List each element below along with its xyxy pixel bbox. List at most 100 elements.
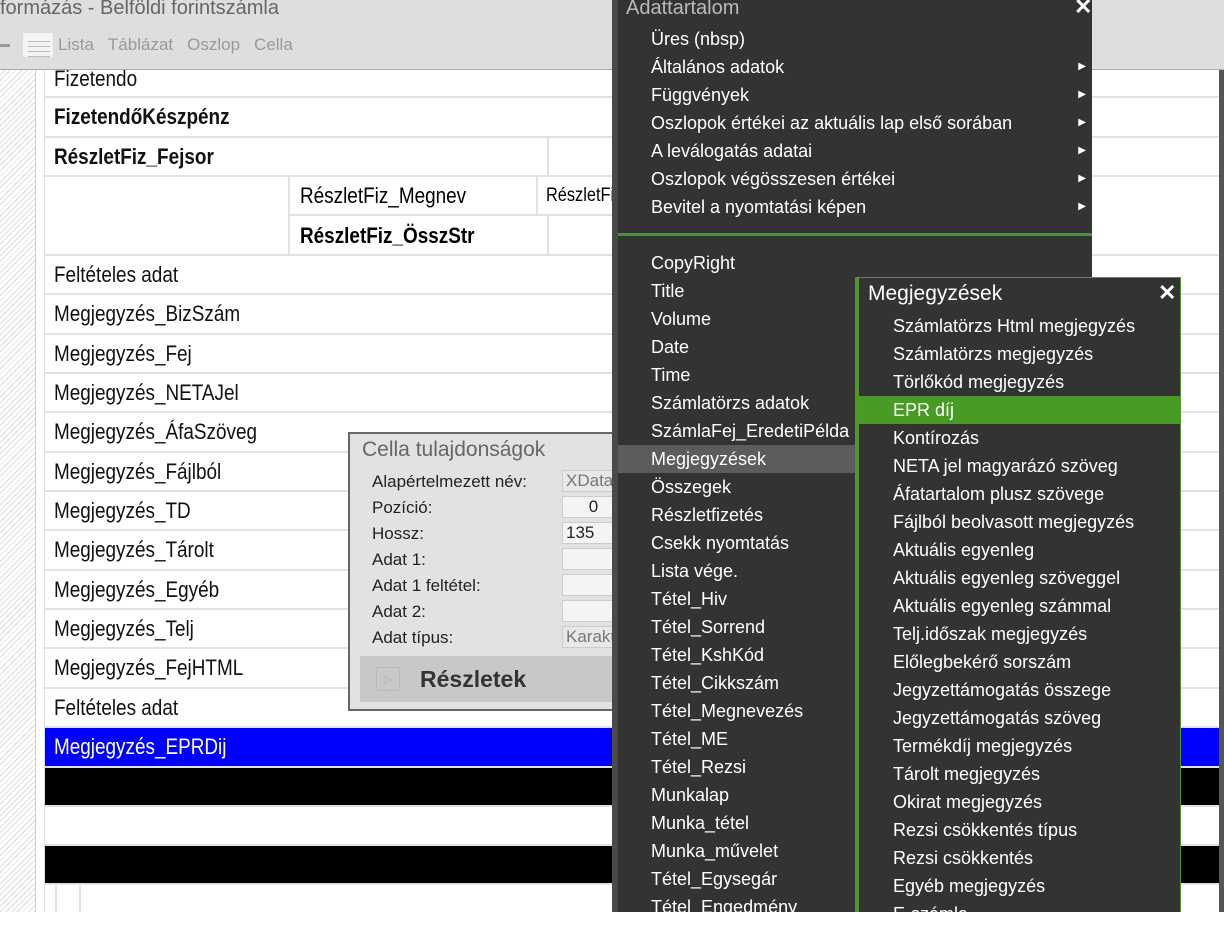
table-cell[interactable]: RészletFiz_Megnev xyxy=(288,177,536,216)
row-label: RészletFiz_Fejsor xyxy=(54,143,214,169)
submenu-item-label: Törlőkód megjegyzés xyxy=(893,372,1065,392)
submenu-item-label: Rezsi csökkentés típus xyxy=(893,820,1078,840)
table-cell[interactable]: RészletFiz_ÖsszStr xyxy=(288,216,548,256)
submenu-item[interactable]: Jegyzettámogatás szöveg xyxy=(859,704,1180,732)
row-label: Megjegyzés_Fájlból xyxy=(54,458,222,484)
submenu-item[interactable]: Okirat megjegyzés xyxy=(859,788,1180,816)
expand-arrow-icon[interactable]: ▷ xyxy=(376,667,400,691)
submenu-item[interactable]: Rezsi csökkentés xyxy=(859,844,1180,872)
chevron-right-icon: ▶ xyxy=(1078,201,1086,212)
menu-item-label: Tétel_Cikkszám xyxy=(651,673,780,693)
row-label: Feltételes adat xyxy=(54,694,179,720)
list-icon[interactable] xyxy=(22,32,54,58)
row-label: Megjegyzés_FejHTML xyxy=(54,655,244,680)
submenu-item-label: Rezsi csökkentés xyxy=(893,848,1034,868)
menu-item-label: Oszlopok végösszesen értékei xyxy=(651,169,896,189)
cell-label: RészletFiz_Megnev xyxy=(300,182,467,208)
menu-separator xyxy=(618,233,1092,236)
submenu-item[interactable]: Számlatörzs Html megjegyzés xyxy=(859,312,1180,340)
menu-item[interactable]: Üres (nbsp) xyxy=(618,25,1092,53)
left-gutter xyxy=(36,70,45,912)
menu-item[interactable]: CopyRight xyxy=(618,249,1092,277)
submenu-item-label: Egyéb megjegyzés xyxy=(893,876,1046,896)
field-label: Adat 1 feltétel: xyxy=(372,576,481,595)
table-cell[interactable] xyxy=(547,216,617,256)
submenu-item[interactable]: NETA jel magyarázó szöveg xyxy=(859,452,1180,480)
close-icon[interactable]: ✕ xyxy=(1158,280,1176,306)
submenu-item[interactable]: Aktuális egyenleg szöveggel xyxy=(859,564,1180,592)
menu-item[interactable]: Általános adatok ▶ xyxy=(618,53,1092,81)
menu-item[interactable]: Oszlopok végösszesen értékei ▶ xyxy=(618,165,1092,193)
tab-cella[interactable]: Cella xyxy=(254,35,293,55)
add-icon[interactable] xyxy=(0,43,10,47)
submenu-item[interactable]: Tárolt megjegyzés xyxy=(859,760,1180,788)
submenu-item[interactable]: Rezsi csökkentés típus xyxy=(859,816,1180,844)
toolbar: Lista Táblázat Oszlop Cella xyxy=(0,32,307,58)
cell-properties-dialog: Cella tulajdonságok Alapértelmezett név:… xyxy=(348,432,622,711)
row-label: FizetendőKészpénz xyxy=(54,104,230,129)
menu-item[interactable]: Függvények ▶ xyxy=(618,81,1092,109)
field-label: Adat 1: xyxy=(372,550,426,569)
table-cell[interactable]: RészletFiz_ xyxy=(536,177,616,216)
submenu-item[interactable]: Egyéb megjegyzés xyxy=(859,872,1180,900)
details-section[interactable]: ▷ Részletek xyxy=(360,656,622,702)
submenu-item[interactable]: Termékdíj megjegyzés xyxy=(859,732,1180,760)
menu-item[interactable]: Oszlopok értékei az aktuális lap első so… xyxy=(618,109,1092,137)
submenu-item-label: EPR díj xyxy=(893,400,955,420)
tab-tablazat[interactable]: Táblázat xyxy=(108,35,173,55)
chevron-right-icon: ▶ xyxy=(1078,145,1086,156)
close-icon[interactable]: ✕ xyxy=(1074,0,1092,20)
tab-oszlop[interactable]: Oszlop xyxy=(187,35,240,55)
window-title: formázás - Belföldi forintszámla xyxy=(0,0,279,19)
field-label: Alapértelmezett név: xyxy=(372,472,527,491)
submenu-item-label: Jegyzettámogatás összege xyxy=(893,680,1112,700)
row-label: Megjegyzés_Tárolt xyxy=(54,537,214,562)
row-label: Megjegyzés_EPRDij xyxy=(54,734,227,759)
menu-item-label: Részletfizetés xyxy=(651,505,764,525)
chevron-right-icon: ▶ xyxy=(1078,117,1086,128)
tab-lista[interactable]: Lista xyxy=(58,35,94,55)
field-label: Pozíció: xyxy=(372,498,433,517)
submenu-item[interactable]: EPR díj xyxy=(859,396,1180,424)
menu-item-label: Title xyxy=(651,281,685,301)
menu-item-label: SzámlaFej_EredetiPélda xyxy=(651,421,850,441)
divider xyxy=(55,885,57,912)
submenu-item[interactable]: Törlőkód megjegyzés xyxy=(859,368,1180,396)
menu-item-label: A leválogatás adatai xyxy=(651,141,813,161)
submenu-item-label: Termékdíj megjegyzés xyxy=(893,736,1073,756)
submenu-item[interactable]: Aktuális egyenleg számmal xyxy=(859,592,1180,620)
menu-item-label: Általános adatok xyxy=(651,57,785,77)
notes-submenu: Megjegyzések ✕ Számlatörzs Html megjegyz… xyxy=(855,277,1181,924)
row-label: Megjegyzés_Fej xyxy=(54,340,192,366)
submenu-item[interactable]: Előlegbekérő sorszám xyxy=(859,648,1180,676)
menu-item-label: Függvények xyxy=(651,85,750,105)
field-label: Adat típus: xyxy=(372,628,454,647)
submenu-item[interactable]: Számlatörzs megjegyzés xyxy=(859,340,1180,368)
menu-item-label: Tétel_ME xyxy=(651,729,729,749)
menu-item[interactable]: A leválogatás adatai ▶ xyxy=(618,137,1092,165)
menu-item-label: Megjegyzések xyxy=(651,449,767,469)
menu-item-label: Összegek xyxy=(651,477,732,497)
submenu-item[interactable]: Kontírozás xyxy=(859,424,1180,452)
row-label: Megjegyzés_Egyéb xyxy=(54,576,220,602)
menu-item-label: Munkalap xyxy=(651,785,730,805)
menu-item-label: Bevitel a nyomtatási képen xyxy=(651,197,867,217)
submenu-item[interactable]: Jegyzettámogatás összege xyxy=(859,676,1180,704)
chevron-right-icon: ▶ xyxy=(1078,89,1086,100)
menu-item[interactable]: Megjegyzések xyxy=(618,445,861,473)
submenu-item-label: Okirat megjegyzés xyxy=(893,792,1043,812)
menu-item-label: Tétel_KshKód xyxy=(651,645,765,665)
menu-item-label: Time xyxy=(651,365,691,385)
submenu-item-label: Előlegbekérő sorszám xyxy=(893,652,1072,672)
submenu-item[interactable]: Fájlból beolvasott megjegyzés xyxy=(859,508,1180,536)
menu-item-label: Munka_tétel xyxy=(651,813,750,833)
submenu-item[interactable]: Áfatartalom plusz szövege xyxy=(859,480,1180,508)
submenu-item[interactable]: Telj.időszak megjegyzés xyxy=(859,620,1180,648)
submenu-item[interactable]: Aktuális egyenleg xyxy=(859,536,1180,564)
dialog-title: Cella tulajdonságok xyxy=(362,438,546,461)
menu-item[interactable]: Bevitel a nyomtatási képen ▶ xyxy=(618,193,1092,221)
submenu-item[interactable]: E-számla xyxy=(859,900,1180,928)
submenu-item-label: Aktuális egyenleg szöveggel xyxy=(893,568,1121,588)
row-label: Megjegyzés_Telj xyxy=(54,615,194,641)
table-cell[interactable] xyxy=(547,138,617,177)
